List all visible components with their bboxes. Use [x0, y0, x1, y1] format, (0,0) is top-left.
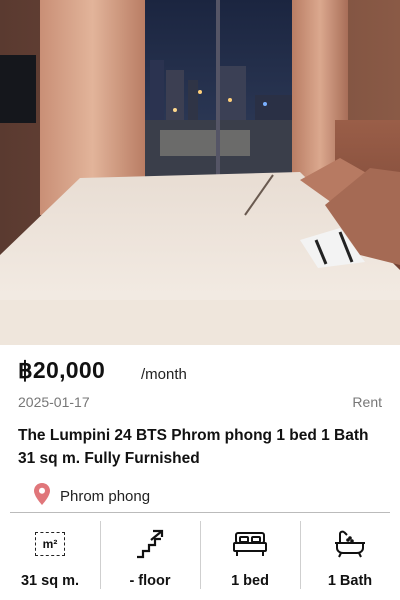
feature-floor: - floor [100, 521, 200, 593]
beds-label: 1 bed [231, 573, 269, 589]
bathtub-icon [333, 527, 367, 561]
floor-label: - floor [129, 573, 171, 589]
location-label: Phrom phong [60, 487, 151, 505]
feature-area: m² 31 sq m. [0, 521, 100, 593]
feature-beds: 1 bed [200, 521, 300, 593]
bedroom-photo-image [0, 0, 400, 345]
price: ฿20,000 [18, 357, 106, 383]
listing-card[interactable]: ฿20,000 /month 2025-01-17 Rent The Lumpi… [0, 0, 400, 600]
divider [10, 512, 390, 513]
meta-row: 2025-01-17 Rent [18, 394, 382, 412]
location: Phrom phong [34, 483, 151, 509]
listing-type: Rent [352, 394, 382, 410]
listing-date: 2025-01-17 [18, 394, 90, 410]
stairs-icon [135, 527, 165, 561]
listing-title[interactable]: The Lumpini 24 BTS Phrom phong 1 bed 1 B… [18, 424, 378, 470]
bed-icon [232, 527, 268, 561]
area-icon: m² [35, 527, 65, 561]
price-row: ฿20,000 /month [18, 357, 382, 387]
price-period: /month [141, 366, 187, 383]
baths-label: 1 Bath [327, 573, 373, 589]
feature-baths: 1 Bath [300, 521, 400, 593]
map-pin-icon [34, 483, 50, 509]
area-icon-box: m² [35, 532, 65, 556]
area-label: 31 sq m. [20, 573, 80, 589]
listing-photo[interactable] [0, 0, 400, 345]
features-row: m² 31 sq m. - floor 1 bed 1 Bath [0, 521, 400, 593]
